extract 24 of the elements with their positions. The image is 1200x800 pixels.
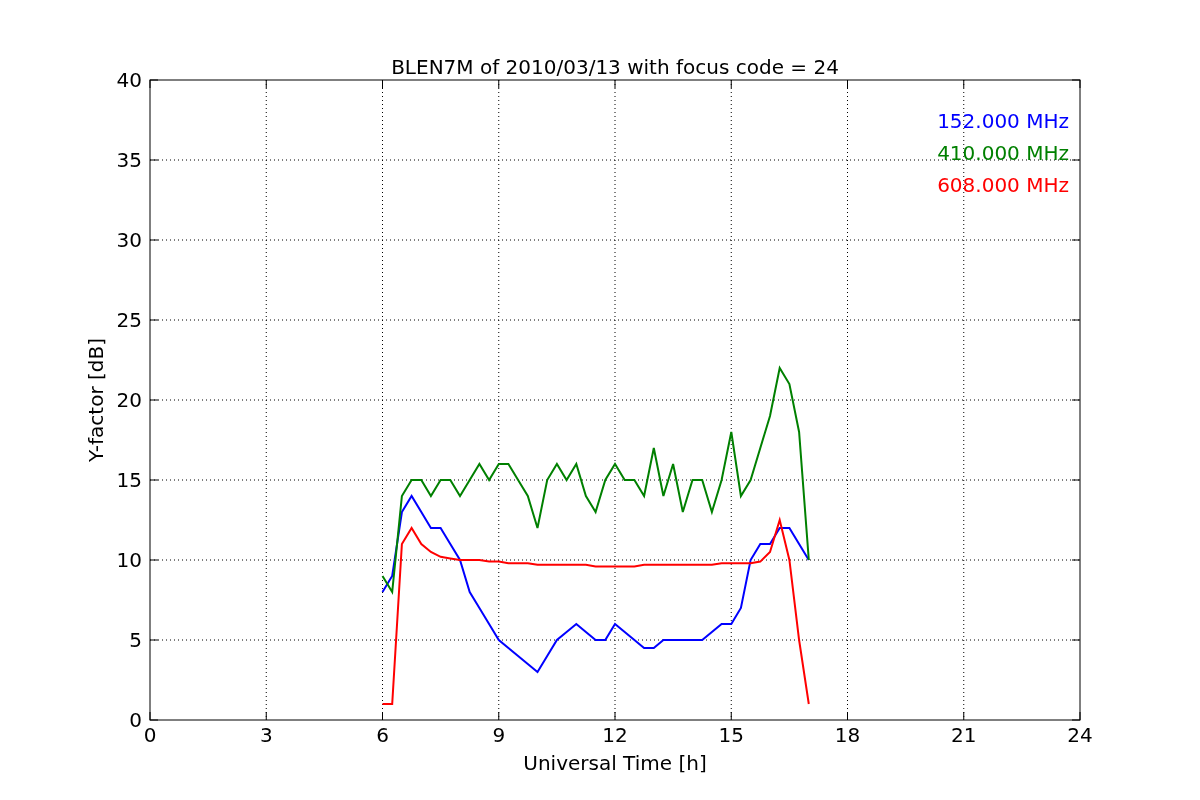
tick-label: 35 — [116, 148, 142, 172]
tick-label: 9 — [492, 723, 506, 747]
tick-label: 24 — [1067, 723, 1093, 747]
tick-label: 40 — [116, 68, 142, 92]
tick-label: 20 — [116, 388, 142, 412]
tick-label: 10 — [116, 548, 142, 572]
tick-label: 12 — [602, 723, 628, 747]
tick-label: 15 — [718, 723, 744, 747]
legend-entry: 410.000 MHz — [937, 141, 1069, 165]
tick-label: 0 — [143, 723, 157, 747]
axis-label: Y-factor [dB] — [84, 338, 108, 462]
tick-label: 0 — [129, 708, 142, 732]
tick-label: 25 — [116, 308, 142, 332]
tick-label: 6 — [376, 723, 389, 747]
tick-label: 15 — [116, 468, 142, 492]
chart-title: BLEN7M of 2010/03/13 with focus code = 24 — [391, 55, 839, 79]
tick-label: 5 — [129, 628, 142, 652]
tick-label: 30 — [116, 228, 142, 252]
tick-label: 21 — [951, 723, 977, 747]
legend-entry: 152.000 MHz — [937, 109, 1069, 133]
axis-label: Universal Time [h] — [523, 751, 707, 775]
tick-label: 3 — [259, 723, 273, 747]
tick-label: 18 — [834, 723, 861, 747]
legend-entry: 608.000 MHz — [937, 173, 1069, 197]
